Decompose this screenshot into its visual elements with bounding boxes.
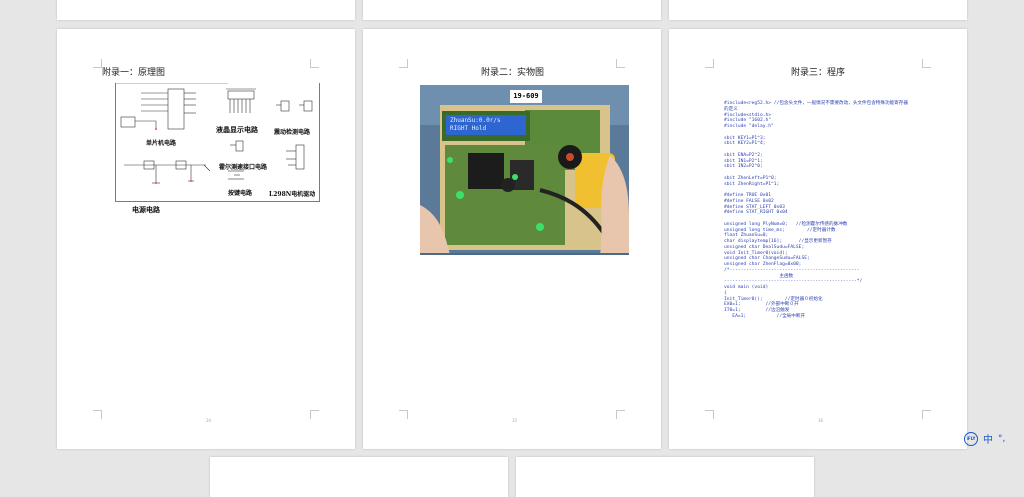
ime-mode-label[interactable]: 中: [983, 431, 993, 446]
code-line: #include<reg52.h> //包含头文件，一般情况不需要改动，头文件包…: [724, 101, 908, 106]
ime-punctuation-icon[interactable]: °,: [998, 434, 1005, 444]
schematic-label-power: 电源电路: [132, 205, 160, 214]
page-appendix-1[interactable]: 附录一：原理图 单片机电路 液晶显示电路 震动检测电路 霍尔测速接口电路 按键电…: [57, 29, 355, 449]
page-top-middle: [363, 0, 661, 20]
page-title: 附录三：程序: [791, 68, 846, 78]
page-number: 35: [512, 418, 518, 423]
code-listing: #include<reg52.h> //包含头文件，一般情况不需要改动，头文件包…: [724, 101, 908, 320]
page-appendix-2[interactable]: 附录二：实物图 19-609 ZhuanSu:0.0r/s RIGHT Hold…: [363, 29, 661, 449]
corner-mark: [616, 410, 625, 419]
hardware-photo: 19-609 ZhuanSu:0.0r/s RIGHT Hold: [420, 85, 629, 255]
ime-logo-icon[interactable]: iFLY: [964, 431, 978, 446]
code-line: EA=1; //全局中断开: [724, 313, 806, 319]
corner-mark: [922, 59, 931, 68]
hardware-photo-drawing: [420, 85, 629, 255]
corner-mark: [705, 59, 714, 68]
corner-mark: [310, 59, 319, 68]
schematic-label-hall: 霍尔测速接口电路: [219, 164, 268, 171]
ime-toolbar[interactable]: iFLY 中 °,: [964, 431, 1005, 446]
corner-mark: [705, 410, 714, 419]
schematic-label-lcd: 液晶显示电路: [216, 125, 258, 134]
schematic-label-vibration: 震动检测电路: [274, 129, 311, 136]
page-number: 34: [206, 418, 212, 423]
lcd-line-1: ZhuanSu:0.0r/s: [450, 117, 501, 124]
corner-mark: [399, 59, 408, 68]
corner-mark: [922, 410, 931, 419]
schematic-diagram: 单片机电路 液晶显示电路 震动检测电路 霍尔测速接口电路 按键电路 L298N电…: [115, 83, 320, 202]
schematic-label-keys: 按键电路: [228, 190, 253, 197]
corner-mark: [616, 59, 625, 68]
lcd-line-2: RIGHT Hold: [450, 125, 487, 132]
corner-mark: [93, 59, 102, 68]
page-top-right: [669, 0, 967, 20]
page-bottom-right: [516, 457, 814, 497]
corner-mark: [93, 410, 102, 419]
page-title: 附录二：实物图: [481, 68, 545, 78]
schematic-label-motor: L298N电机驱动: [269, 191, 316, 198]
corner-mark: [399, 410, 408, 419]
page-appendix-3[interactable]: 附录三：程序 #include<reg52.h> //包含头文件，一般情况不需要…: [669, 29, 967, 449]
corner-mark: [310, 410, 319, 419]
photo-tag: 19-609: [510, 90, 542, 103]
page-title: 附录一：原理图: [102, 68, 166, 78]
page-bottom-left: [210, 457, 508, 497]
schematic-label-mcu: 单片机电路: [146, 140, 177, 147]
page-top-left: [57, 0, 355, 20]
page-number: 36: [818, 418, 824, 423]
